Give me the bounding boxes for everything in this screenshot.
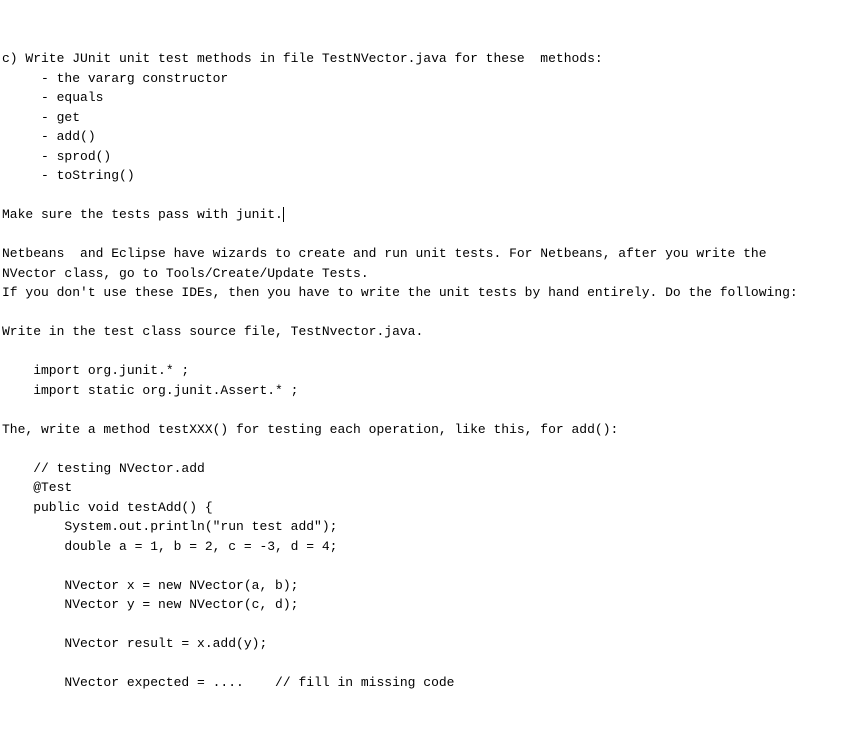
text-line: import static org.junit.Assert.* ; [2,383,298,398]
text-cursor [283,207,284,222]
text-line: c) Write JUnit unit test methods in file… [2,51,603,66]
text-line: NVector result = x.add(y); [2,636,267,651]
text-line: - equals [2,90,103,105]
text-line: If you don't use these IDEs, then you ha… [2,285,798,300]
text-line: - sprod() [2,149,111,164]
text-line: Make sure the tests pass with junit. [2,207,283,222]
text-line: Write in the test class source file, Tes… [2,324,423,339]
text-line: - toString() [2,168,135,183]
text-line: double a = 1, b = 2, c = -3, d = 4; [2,539,337,554]
text-line: NVector expected = .... // fill in missi… [2,675,454,690]
text-line: The, write a method testXXX() for testin… [2,422,618,437]
text-line: NVector class, go to Tools/Create/Update… [2,266,369,281]
text-line: // testing NVector.add [2,461,205,476]
text-line: NVector y = new NVector(c, d); [2,597,298,612]
text-line: @Test [2,480,72,495]
text-line: System.out.println("run test add"); [2,519,337,534]
text-line: NVector x = new NVector(a, b); [2,578,298,593]
text-line: - get [2,110,80,125]
text-line: import org.junit.* ; [2,363,189,378]
text-line: - the vararg constructor [2,71,228,86]
text-line: public void testAdd() { [2,500,213,515]
text-line: - add() [2,129,96,144]
text-line: Netbeans and Eclipse have wizards to cre… [2,246,767,261]
